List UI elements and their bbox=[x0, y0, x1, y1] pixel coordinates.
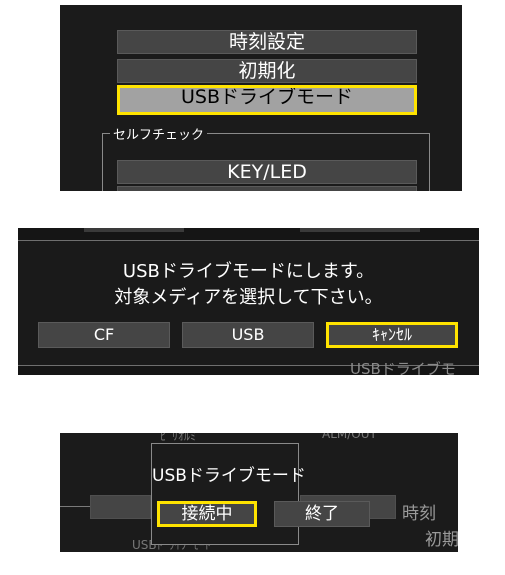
bg-init-fragment: 初期 bbox=[425, 530, 458, 550]
menu-screen: 時刻設定 初期化 USBドライブモード セルフチェック KEY/LED bbox=[60, 5, 462, 191]
usb-button[interactable]: USB bbox=[182, 322, 314, 348]
self-check-item-key-led[interactable]: KEY/LED bbox=[117, 160, 417, 184]
menu-item-initialize[interactable]: 初期化 bbox=[117, 59, 417, 83]
media-select-screen: USBドライブモードにします。 対象メディアを選択して下さい。 CF USB ｷ… bbox=[18, 228, 479, 375]
cf-button[interactable]: CF bbox=[38, 322, 170, 348]
bg-usb-drive-fragment: USBドライブモ bbox=[350, 360, 456, 375]
usb-drive-mode-dialog: USBドライブモード bbox=[151, 443, 306, 545]
menu-item-usb-drive-mode[interactable]: USBドライブモード bbox=[117, 85, 417, 115]
cancel-button[interactable]: ｷｬﾝｾﾙ bbox=[326, 322, 458, 348]
dialog-title: USBドライブモード bbox=[152, 466, 306, 486]
usb-connecting-screen: ﾋﾟﾘｵﾙﾐ ALM/OUT 時刻 初期 USBﾄﾞﾗｲﾌﾞﾓｰﾄﾞ USBドラ… bbox=[60, 433, 458, 552]
bg-time-fragment: 時刻 bbox=[402, 504, 436, 524]
menu-item-time-setting[interactable]: 時刻設定 bbox=[117, 30, 417, 54]
self-check-group-label: セルフチェック bbox=[110, 124, 208, 143]
end-button[interactable]: 終了 bbox=[274, 501, 370, 527]
connecting-button[interactable]: 接続中 bbox=[157, 501, 257, 527]
self-check-item-next[interactable] bbox=[117, 186, 417, 191]
bg-fragment-2: ALM/OUT bbox=[322, 433, 377, 441]
bg-button-left bbox=[90, 495, 151, 519]
dialog-message-line2: 対象メディアを選択して下さい。 bbox=[114, 287, 383, 308]
dialog-message-line1: USBドライブモードにします。 bbox=[122, 261, 375, 282]
